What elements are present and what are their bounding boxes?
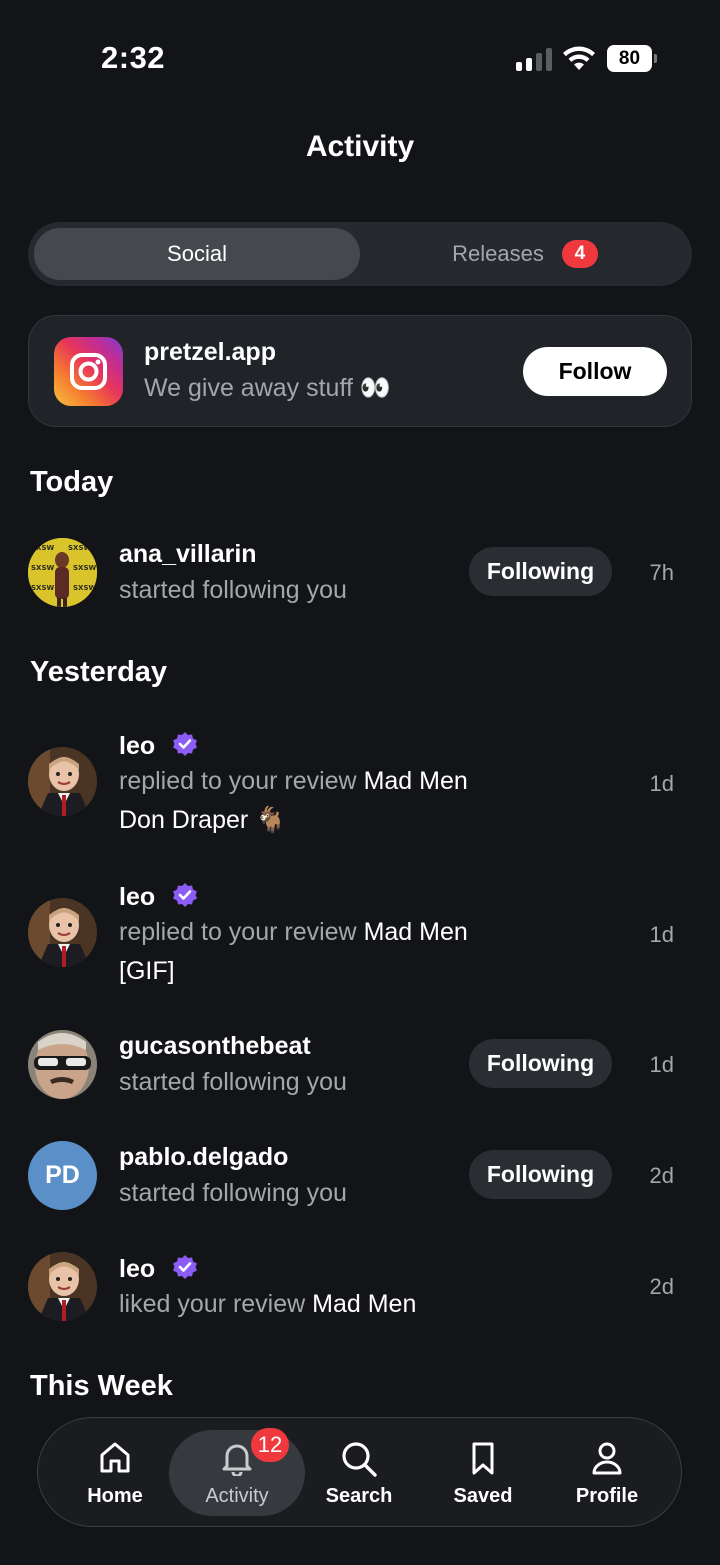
instagram-promo-card: pretzel.app We give away stuff 👀 Follow	[28, 315, 692, 427]
nav-profile-label: Profile	[575, 1485, 639, 1507]
following-button[interactable]: Following	[469, 1150, 612, 1199]
activity-item[interactable]: leo replied to your review Mad Men Don D…	[0, 727, 720, 847]
avatar[interactable]	[28, 1252, 97, 1321]
releases-count-badge: 4	[561, 240, 598, 268]
section-yesterday: Yesterday	[30, 656, 168, 688]
verified-badge-icon	[173, 883, 198, 907]
username-text: leo	[119, 732, 156, 760]
timestamp: 2d	[649, 1274, 674, 1299]
username[interactable]: leo	[119, 1254, 198, 1284]
username-text: leo	[119, 883, 156, 911]
nav-search-label: Search	[325, 1485, 393, 1507]
activity-item[interactable]: PD pablo.delgado started following you F…	[0, 1139, 720, 1229]
username-text: leo	[119, 1255, 156, 1283]
svg-text:SXSW: SXSW	[31, 564, 54, 572]
username[interactable]: pablo.delgado	[119, 1143, 288, 1172]
activity-action: liked your review	[119, 1290, 306, 1318]
nav-saved-label: Saved	[453, 1485, 513, 1507]
svg-text:SXSW: SXSW	[73, 564, 96, 572]
bookmark-icon	[472, 1442, 494, 1475]
status-time: 2:32	[101, 40, 166, 75]
timestamp: 1d	[649, 771, 674, 796]
timestamp: 2d	[649, 1163, 674, 1188]
battery-level: 80	[607, 45, 652, 72]
nav-search[interactable]: Search	[291, 1430, 427, 1516]
bell-icon	[222, 1444, 252, 1476]
promo-account-name: pretzel.app	[144, 338, 276, 366]
promo-subtitle: We give away stuff 👀	[144, 374, 391, 402]
tab-social-label: Social	[167, 241, 227, 266]
avatar[interactable]	[28, 1030, 97, 1099]
activity-text: replied to your review Mad Men	[119, 767, 468, 796]
avatar-initials[interactable]: PD	[28, 1141, 97, 1210]
activity-text: started following you	[119, 1179, 347, 1207]
username[interactable]: ana_villarin	[119, 540, 257, 569]
nav-profile[interactable]: Profile	[539, 1430, 675, 1516]
avatar[interactable]	[28, 747, 97, 816]
search-icon	[342, 1442, 377, 1477]
profile-icon	[592, 1442, 622, 1475]
nav-saved[interactable]: Saved	[415, 1430, 551, 1516]
activity-text: replied to your review Mad Men	[119, 918, 468, 947]
status-bar: 2:32 80	[0, 0, 720, 110]
bottom-tab-bar: Home 12 Activity Search Saved Profile	[37, 1417, 682, 1527]
section-this-week: This Week	[30, 1370, 173, 1402]
review-title-link[interactable]: Mad Men	[364, 767, 468, 795]
svg-text:SXSW: SXSW	[68, 544, 91, 552]
svg-text:SXSW: SXSW	[31, 544, 54, 552]
svg-text:SXSW: SXSW	[31, 584, 54, 592]
following-button[interactable]: Following	[469, 547, 612, 596]
verified-badge-icon	[173, 1255, 198, 1279]
activity-action: replied to your review	[119, 918, 357, 946]
section-today: Today	[30, 466, 114, 498]
tab-social[interactable]: Social	[34, 228, 360, 280]
activity-item[interactable]: gucasonthebeat started following you Fol…	[0, 1028, 720, 1118]
following-button[interactable]: Following	[469, 1039, 612, 1088]
activity-item[interactable]: leo replied to your review Mad Men [GIF]…	[0, 878, 720, 998]
activity-text: started following you	[119, 1068, 347, 1096]
tab-releases[interactable]: Releases 4	[364, 228, 686, 280]
review-title-link[interactable]: Mad Men	[312, 1290, 416, 1318]
timestamp: 7h	[649, 560, 674, 585]
activity-text: started following you	[119, 576, 347, 604]
review-title-link[interactable]: Mad Men	[364, 918, 468, 946]
battery-icon: 80	[607, 45, 657, 72]
username[interactable]: leo	[119, 882, 198, 912]
verified-badge-icon	[173, 732, 198, 756]
nav-activity[interactable]: 12 Activity	[169, 1428, 305, 1516]
nav-home-label: Home	[87, 1485, 143, 1507]
page-title: Activity	[305, 130, 415, 163]
avatar[interactable]	[28, 898, 97, 967]
activity-count-badge: 12	[251, 1428, 289, 1462]
instagram-logo-icon	[54, 337, 123, 406]
follow-button[interactable]: Follow	[523, 347, 667, 396]
nav-home[interactable]: Home	[47, 1430, 183, 1516]
reply-comment: [GIF]	[119, 957, 175, 985]
home-icon	[100, 1442, 130, 1473]
svg-text:SXSW: SXSW	[73, 584, 96, 592]
activity-item[interactable]: leo liked your review Mad Men 2d	[0, 1250, 720, 1340]
reply-comment: Don Draper 🐐	[119, 806, 287, 834]
activity-text: liked your review Mad Men	[119, 1290, 416, 1319]
tab-releases-label: Releases	[452, 241, 544, 266]
timestamp: 1d	[649, 922, 674, 947]
nav-activity-label: Activity	[205, 1485, 269, 1507]
username[interactable]: leo	[119, 731, 198, 761]
activity-segmented-control: Social Releases 4	[28, 222, 692, 286]
timestamp: 1d	[649, 1052, 674, 1077]
avatar[interactable]: SXSW SXSW SXSW SXSW SXSW SXSW	[28, 538, 97, 607]
activity-action: replied to your review	[119, 767, 357, 795]
activity-item[interactable]: SXSW SXSW SXSW SXSW SXSW SXSW ana_villarin …	[0, 536, 720, 626]
cellular-signal-icon	[516, 47, 552, 71]
username[interactable]: gucasonthebeat	[119, 1032, 311, 1061]
wifi-icon	[562, 44, 596, 72]
